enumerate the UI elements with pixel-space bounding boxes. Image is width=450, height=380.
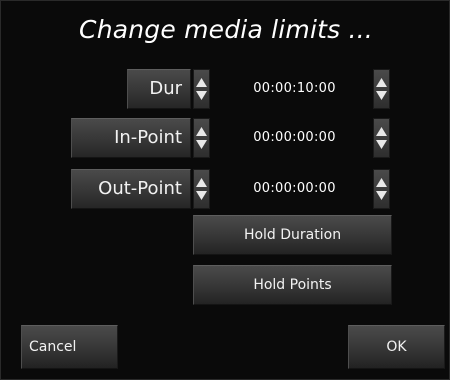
cancel-button[interactable]: Cancel [21,325,118,369]
up-down-arrows-icon [196,127,207,149]
change-media-limits-dialog: Change media limits ... Dur 00:00:10:00 … [0,0,450,380]
out-point-spinner-right[interactable] [373,169,390,209]
in-point-label-button[interactable]: In-Point [71,118,191,158]
duration-spinner-left[interactable] [193,69,210,109]
up-down-arrows-icon [196,178,207,200]
up-down-arrows-icon [376,127,387,149]
duration-value[interactable]: 00:00:10:00 [217,69,372,109]
up-down-arrows-icon [376,78,387,100]
ok-button[interactable]: OK [348,325,445,369]
up-down-arrows-icon [196,78,207,100]
out-point-spinner-left[interactable] [193,169,210,209]
in-point-value[interactable]: 00:00:00:00 [217,118,372,158]
hold-points-button[interactable]: Hold Points [193,265,392,305]
duration-spinner-right[interactable] [373,69,390,109]
in-point-spinner-right[interactable] [373,118,390,158]
out-point-label-button[interactable]: Out-Point [71,169,191,209]
dialog-title: Change media limits ... [79,15,373,44]
duration-label-button[interactable]: Dur [127,69,191,109]
out-point-value[interactable]: 00:00:00:00 [217,169,372,209]
hold-duration-button[interactable]: Hold Duration [193,215,392,255]
up-down-arrows-icon [376,178,387,200]
in-point-spinner-left[interactable] [193,118,210,158]
